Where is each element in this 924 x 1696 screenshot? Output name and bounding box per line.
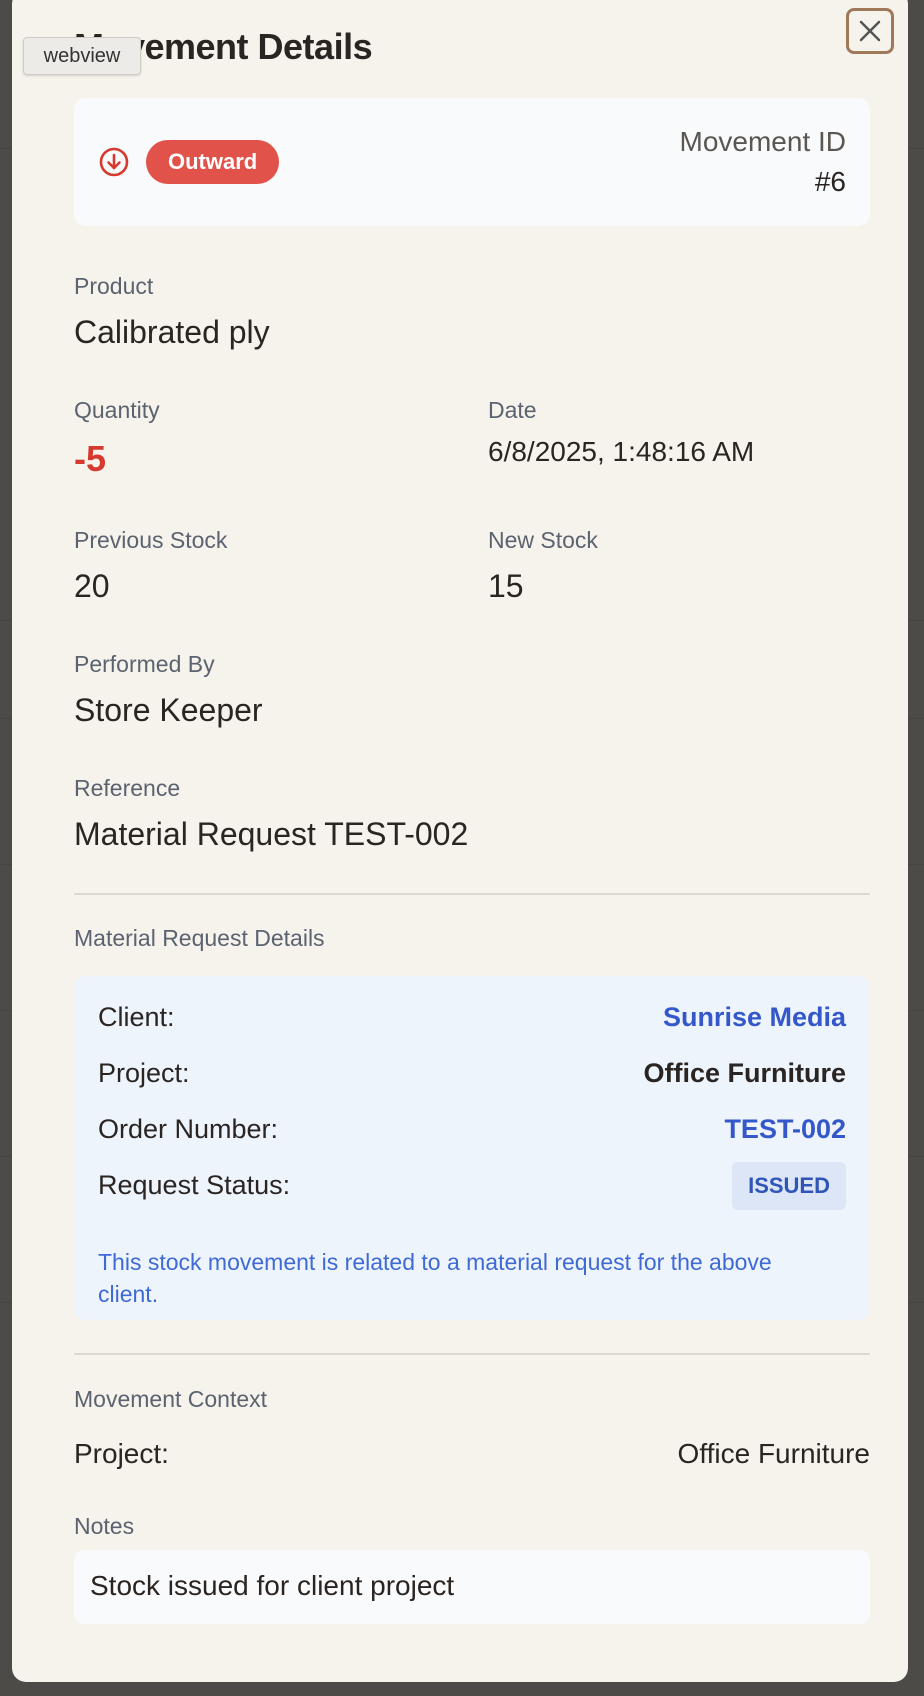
context-project-row: Project: Office Furniture — [74, 1438, 870, 1478]
request-status-row: Request Status: ISSUED — [98, 1162, 846, 1210]
movement-details-modal: Movement Details Outward Movement ID #6 … — [12, 0, 908, 1682]
material-request-section-title: Material Request Details — [74, 925, 325, 951]
movement-id-value: #6 — [814, 166, 846, 197]
context-project-value: Office Furniture — [677, 1438, 870, 1469]
previous-stock-label: Previous Stock — [74, 527, 228, 553]
notes-text: Stock issued for client project — [90, 1570, 455, 1601]
notes-box: Stock issued for client project — [74, 1550, 870, 1624]
product-label: Product — [74, 273, 154, 299]
status-badge: ISSUED — [732, 1162, 846, 1210]
client-label: Client: — [98, 1002, 175, 1032]
performed-by-label: Performed By — [74, 651, 215, 677]
order-number-row: Order Number: TEST-002 — [98, 1114, 846, 1154]
quantity-label: Quantity — [74, 397, 160, 423]
movement-id-label: Movement ID — [679, 126, 847, 157]
movement-context-section-title: Movement Context — [74, 1386, 268, 1412]
arrow-down-circle-icon — [99, 147, 129, 177]
previous-stock-value: 20 — [74, 568, 110, 604]
reference-value: Material Request TEST-002 — [74, 816, 469, 852]
webview-tooltip: webview — [23, 37, 141, 75]
quantity-value: -5 — [74, 438, 107, 479]
client-link[interactable]: Sunrise Media — [663, 1002, 846, 1033]
performed-by-value: Store Keeper — [74, 692, 263, 728]
close-button[interactable] — [846, 8, 894, 54]
notes-label: Notes — [74, 1513, 135, 1539]
material-request-note: This stock movement is related to a mate… — [98, 1249, 772, 1307]
direction-badge: Outward — [146, 140, 280, 184]
project-label: Project: — [98, 1058, 190, 1088]
product-value: Calibrated ply — [74, 314, 270, 350]
order-number-label: Order Number: — [98, 1114, 279, 1144]
material-request-card: Client: Sunrise Media Project: Office Fu… — [74, 976, 870, 1320]
order-number-link[interactable]: TEST-002 — [724, 1114, 846, 1145]
close-icon — [859, 20, 881, 42]
section-divider — [74, 893, 870, 895]
client-row: Client: Sunrise Media — [98, 1002, 846, 1042]
movement-summary-card: Outward Movement ID #6 — [74, 98, 870, 226]
new-stock-value: 15 — [488, 568, 524, 604]
new-stock-label: New Stock — [488, 527, 598, 553]
reference-label: Reference — [74, 775, 181, 801]
context-project-label: Project: — [74, 1438, 169, 1469]
project-row: Project: Office Furniture — [98, 1058, 846, 1098]
project-value: Office Furniture — [643, 1058, 846, 1088]
date-label: Date — [488, 397, 537, 423]
request-status-label: Request Status: — [98, 1170, 291, 1200]
date-value: 6/8/2025, 1:48:16 AM — [488, 436, 755, 467]
section-divider — [74, 1353, 870, 1355]
